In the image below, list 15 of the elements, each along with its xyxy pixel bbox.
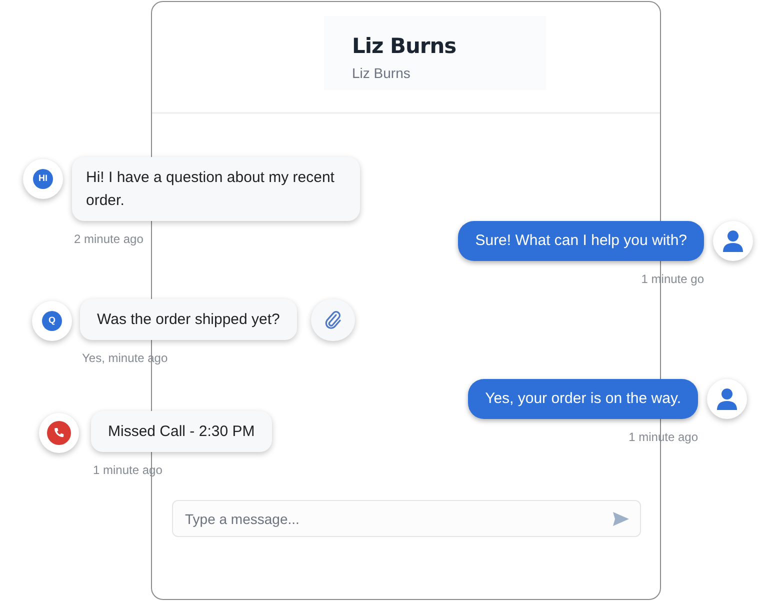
message-bubble: Missed Call - 2:30 PM [91, 411, 272, 452]
avatar: Q [32, 301, 72, 341]
message-bubble: Was the order shipped yet? [80, 299, 297, 340]
message-time: 2 minute ago [74, 231, 144, 248]
paperclip-icon [324, 310, 342, 330]
phone-avatar-icon [39, 413, 79, 453]
person-avatar-icon [707, 379, 747, 419]
contact-subtitle: Liz Burns [352, 64, 412, 83]
avatar: HI [23, 159, 63, 199]
person-avatar-icon [713, 221, 753, 261]
message-bubble: Hi! I have a question about my recent order. [72, 157, 360, 221]
message-bubble: Yes, your order is on the way. [468, 379, 698, 419]
contact-name: Liz Burns [352, 33, 458, 60]
message-input[interactable]: Type a message... [172, 500, 641, 537]
message-bubble: Sure! What can I help you with? [458, 221, 704, 261]
